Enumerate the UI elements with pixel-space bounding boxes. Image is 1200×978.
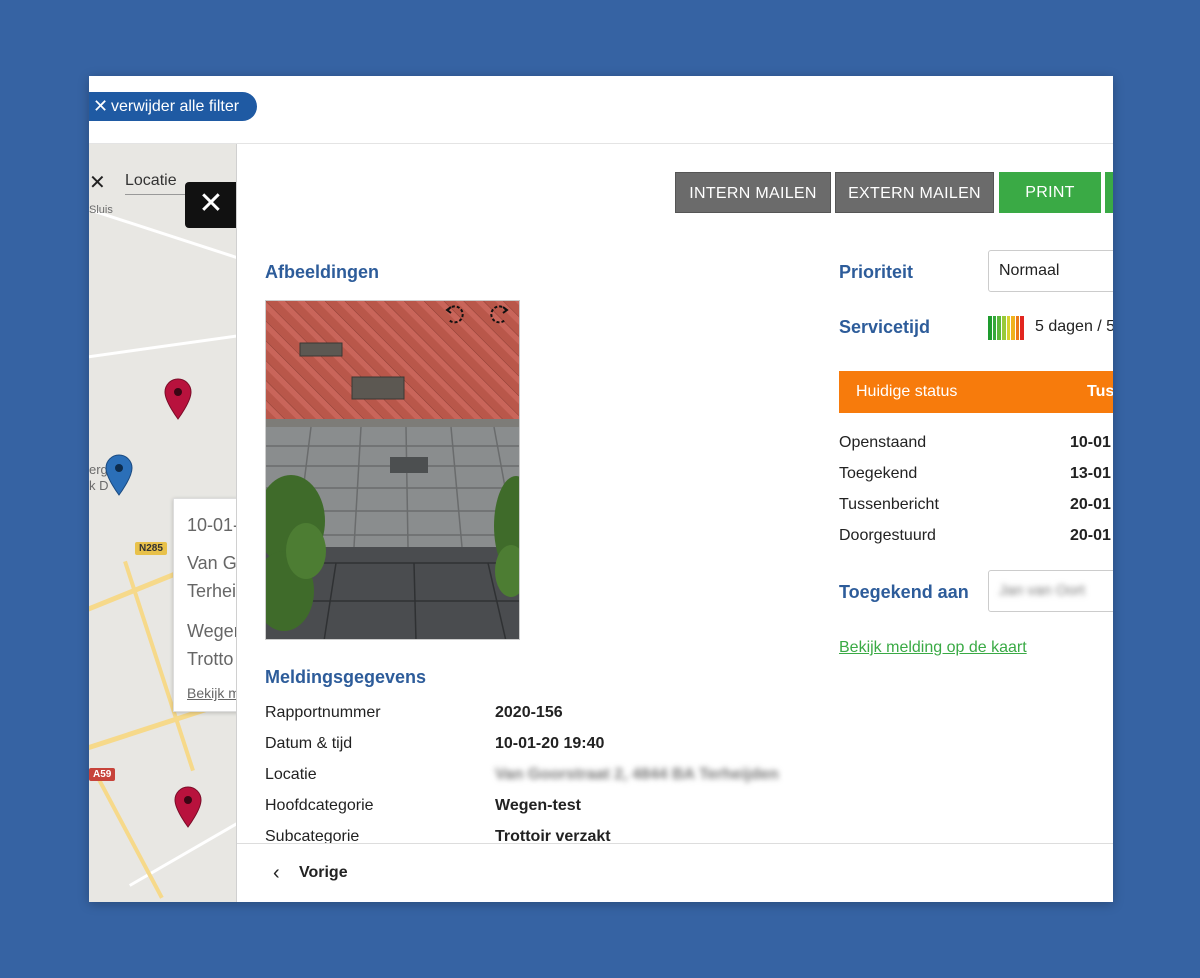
map-marker-red[interactable] bbox=[174, 786, 202, 828]
status-label: Tussenbericht bbox=[839, 496, 939, 513]
more-action-button[interactable] bbox=[1105, 172, 1113, 213]
status-date: 20-01 bbox=[1070, 496, 1111, 513]
detail-label: Locatie bbox=[265, 766, 317, 783]
detail-value-location-blurred: Van Goorstraat 2, 4844 BA Terheijden bbox=[495, 766, 779, 783]
view-on-map-link[interactable]: Bekijk melding op de kaart bbox=[839, 639, 1027, 657]
app-window: ✕ verwijder alle filter Sluis erg en k D… bbox=[89, 76, 1113, 902]
remove-all-filters-chip[interactable]: ✕ verwijder alle filter bbox=[89, 92, 258, 121]
assigned-label: Toegekend aan bbox=[839, 582, 969, 602]
detail-label: Rapportnummer bbox=[265, 704, 381, 721]
report-detail-panel: INTERN MAILEN EXTERN MAILEN PRINT Afbeel… bbox=[236, 144, 1113, 902]
close-icon[interactable]: ✕ bbox=[93, 92, 108, 121]
detail-value: 10-01-20 19:40 bbox=[495, 735, 605, 752]
report-photo[interactable] bbox=[265, 300, 520, 640]
close-icon: ✕ bbox=[198, 187, 224, 220]
status-label: Doorgestuurd bbox=[839, 527, 936, 544]
images-heading: Afbeeldingen bbox=[265, 262, 380, 282]
status-header-label: Huidige status bbox=[856, 383, 958, 400]
detail-value: Wegen-test bbox=[495, 797, 581, 814]
status-row: Tussenbericht 20-01 bbox=[839, 496, 1113, 527]
map-road bbox=[94, 773, 164, 899]
road-shield-n285: N285 bbox=[135, 542, 167, 555]
status-label: Toegekend bbox=[839, 465, 918, 482]
status-date: 10-01 bbox=[1070, 434, 1111, 451]
clear-search-icon[interactable]: ✕ bbox=[89, 170, 106, 195]
map-marker-blue[interactable] bbox=[105, 454, 133, 496]
servicetime-indicator bbox=[988, 316, 1024, 340]
top-filter-bar: ✕ verwijder alle filter bbox=[89, 76, 1113, 144]
detail-value: 2020-156 bbox=[495, 704, 563, 721]
print-button[interactable]: PRINT bbox=[999, 172, 1101, 213]
filter-chip-label: verwijder alle filter bbox=[111, 98, 240, 115]
servicetime-label: Servicetijd bbox=[839, 317, 931, 337]
servicetime-value: 5 dagen / 5 bbox=[1035, 318, 1113, 335]
priority-select[interactable]: Normaal bbox=[988, 250, 1113, 292]
status-row: Openstaand 10-01 bbox=[839, 434, 1113, 465]
popup-address-line: Terhei bbox=[187, 581, 236, 601]
status-date: 13-01 bbox=[1070, 465, 1111, 482]
report-photo-image bbox=[266, 301, 519, 639]
intern-mailen-button[interactable]: INTERN MAILEN bbox=[675, 172, 831, 213]
rotate-left-icon[interactable] bbox=[444, 303, 468, 327]
popup-view-link[interactable]: Bekijk m bbox=[187, 679, 236, 707]
status-label: Openstaand bbox=[839, 434, 927, 451]
assigned-select[interactable]: Jan van Oort bbox=[988, 570, 1113, 612]
status-header-value: Tus bbox=[1087, 383, 1113, 400]
priority-label: Prioriteit bbox=[839, 262, 914, 282]
map-marker-red[interactable] bbox=[164, 378, 192, 420]
status-row: Doorgestuurd 20-01 bbox=[839, 527, 1113, 558]
detail-label: Hoofdcategorie bbox=[265, 797, 374, 814]
map-view[interactable]: Sluis erg en k D N285 A59 ✕ Locatie 10-0… bbox=[89, 144, 236, 902]
current-status-bar: Huidige status Tus bbox=[839, 371, 1113, 413]
popup-subcategory: Trotto bbox=[187, 649, 234, 669]
details-heading: Meldingsgegevens bbox=[265, 667, 427, 687]
rotate-right-icon[interactable] bbox=[486, 303, 510, 327]
road-shield-a59: A59 bbox=[89, 768, 116, 781]
status-history-list: Openstaand 10-01 Toegekend 13-01 Tussenb… bbox=[839, 434, 1113, 558]
extern-mailen-button[interactable]: EXTERN MAILEN bbox=[835, 172, 994, 213]
assigned-value-blurred: Jan van Oort bbox=[999, 582, 1085, 599]
chevron-left-icon[interactable]: ‹ bbox=[273, 862, 280, 885]
previous-button[interactable]: Vorige bbox=[299, 864, 348, 882]
detail-label: Datum & tijd bbox=[265, 735, 353, 752]
popup-category: Weger bbox=[187, 621, 236, 641]
map-place-label: Sluis bbox=[89, 204, 113, 216]
popup-date: 10-01- bbox=[187, 515, 236, 535]
status-row: Toegekend 13-01 bbox=[839, 465, 1113, 496]
map-road bbox=[89, 331, 236, 360]
close-panel-button[interactable]: ✕ bbox=[185, 182, 237, 228]
popup-address-line: Van G bbox=[187, 553, 236, 573]
map-info-popup: 10-01- Van G Terhei Weger Trotto Bekijk … bbox=[173, 498, 236, 712]
status-date: 20-01 bbox=[1070, 527, 1111, 544]
panel-footer: ‹ Vorige bbox=[237, 843, 1113, 902]
